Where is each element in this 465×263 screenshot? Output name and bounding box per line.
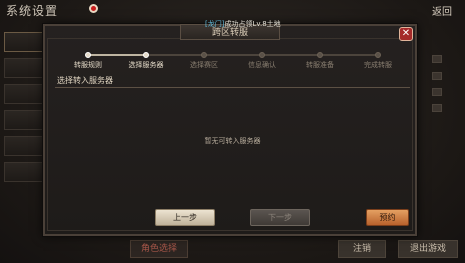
step-dot bbox=[375, 52, 381, 58]
step-label: 选择赛区 bbox=[190, 61, 218, 69]
setting-toggle[interactable] bbox=[432, 88, 442, 96]
step-dot bbox=[317, 52, 323, 58]
sidebar-item-3[interactable] bbox=[4, 84, 44, 104]
sidebar-item-5[interactable] bbox=[4, 136, 44, 156]
reserve-button[interactable]: 预约 bbox=[366, 209, 409, 226]
broadcast-text: 成功占领Lv.8土地 bbox=[224, 20, 281, 28]
broadcast-message: [龙门]成功占领Lv.8土地 bbox=[205, 19, 281, 29]
step-label: 转服准备 bbox=[306, 61, 334, 69]
step-dot bbox=[85, 52, 91, 58]
back-button[interactable]: 返回 bbox=[432, 3, 452, 18]
setting-toggle[interactable] bbox=[432, 72, 442, 80]
setting-toggle[interactable] bbox=[432, 104, 442, 112]
stepper-progress bbox=[88, 54, 146, 56]
notification-dot-icon bbox=[89, 4, 98, 13]
step-label: 选择服务器 bbox=[128, 61, 164, 69]
step-dot bbox=[259, 52, 265, 58]
section-divider bbox=[55, 87, 410, 88]
exit-game-button[interactable]: 退出游戏 bbox=[398, 240, 458, 258]
step-label: 完成转服 bbox=[364, 61, 392, 69]
settings-title: 系统设置 bbox=[6, 4, 59, 18]
role-select-button[interactable]: 角色选择 bbox=[130, 240, 188, 258]
step-dot bbox=[143, 52, 149, 58]
broadcast-tag: [龙门] bbox=[205, 20, 225, 28]
sidebar-item-2[interactable] bbox=[4, 58, 44, 78]
sidebar-item-1[interactable] bbox=[4, 32, 44, 52]
empty-server-list-message: 暂无可转入服务器 bbox=[204, 137, 261, 145]
close-button[interactable]: ✕ bbox=[399, 27, 413, 41]
sidebar-item-6[interactable] bbox=[4, 162, 44, 182]
section-label: 选择转入服务器 bbox=[57, 76, 113, 85]
sidebar-item-4[interactable] bbox=[4, 110, 44, 130]
logout-button[interactable]: 注销 bbox=[338, 240, 386, 258]
step-dot bbox=[201, 52, 207, 58]
step-label: 信息确认 bbox=[248, 61, 276, 69]
step-label: 转服规则 bbox=[74, 61, 102, 69]
next-step-button[interactable]: 下一步 bbox=[250, 209, 310, 226]
previous-step-button[interactable]: 上一步 bbox=[155, 209, 215, 226]
setting-toggle[interactable] bbox=[432, 55, 442, 63]
